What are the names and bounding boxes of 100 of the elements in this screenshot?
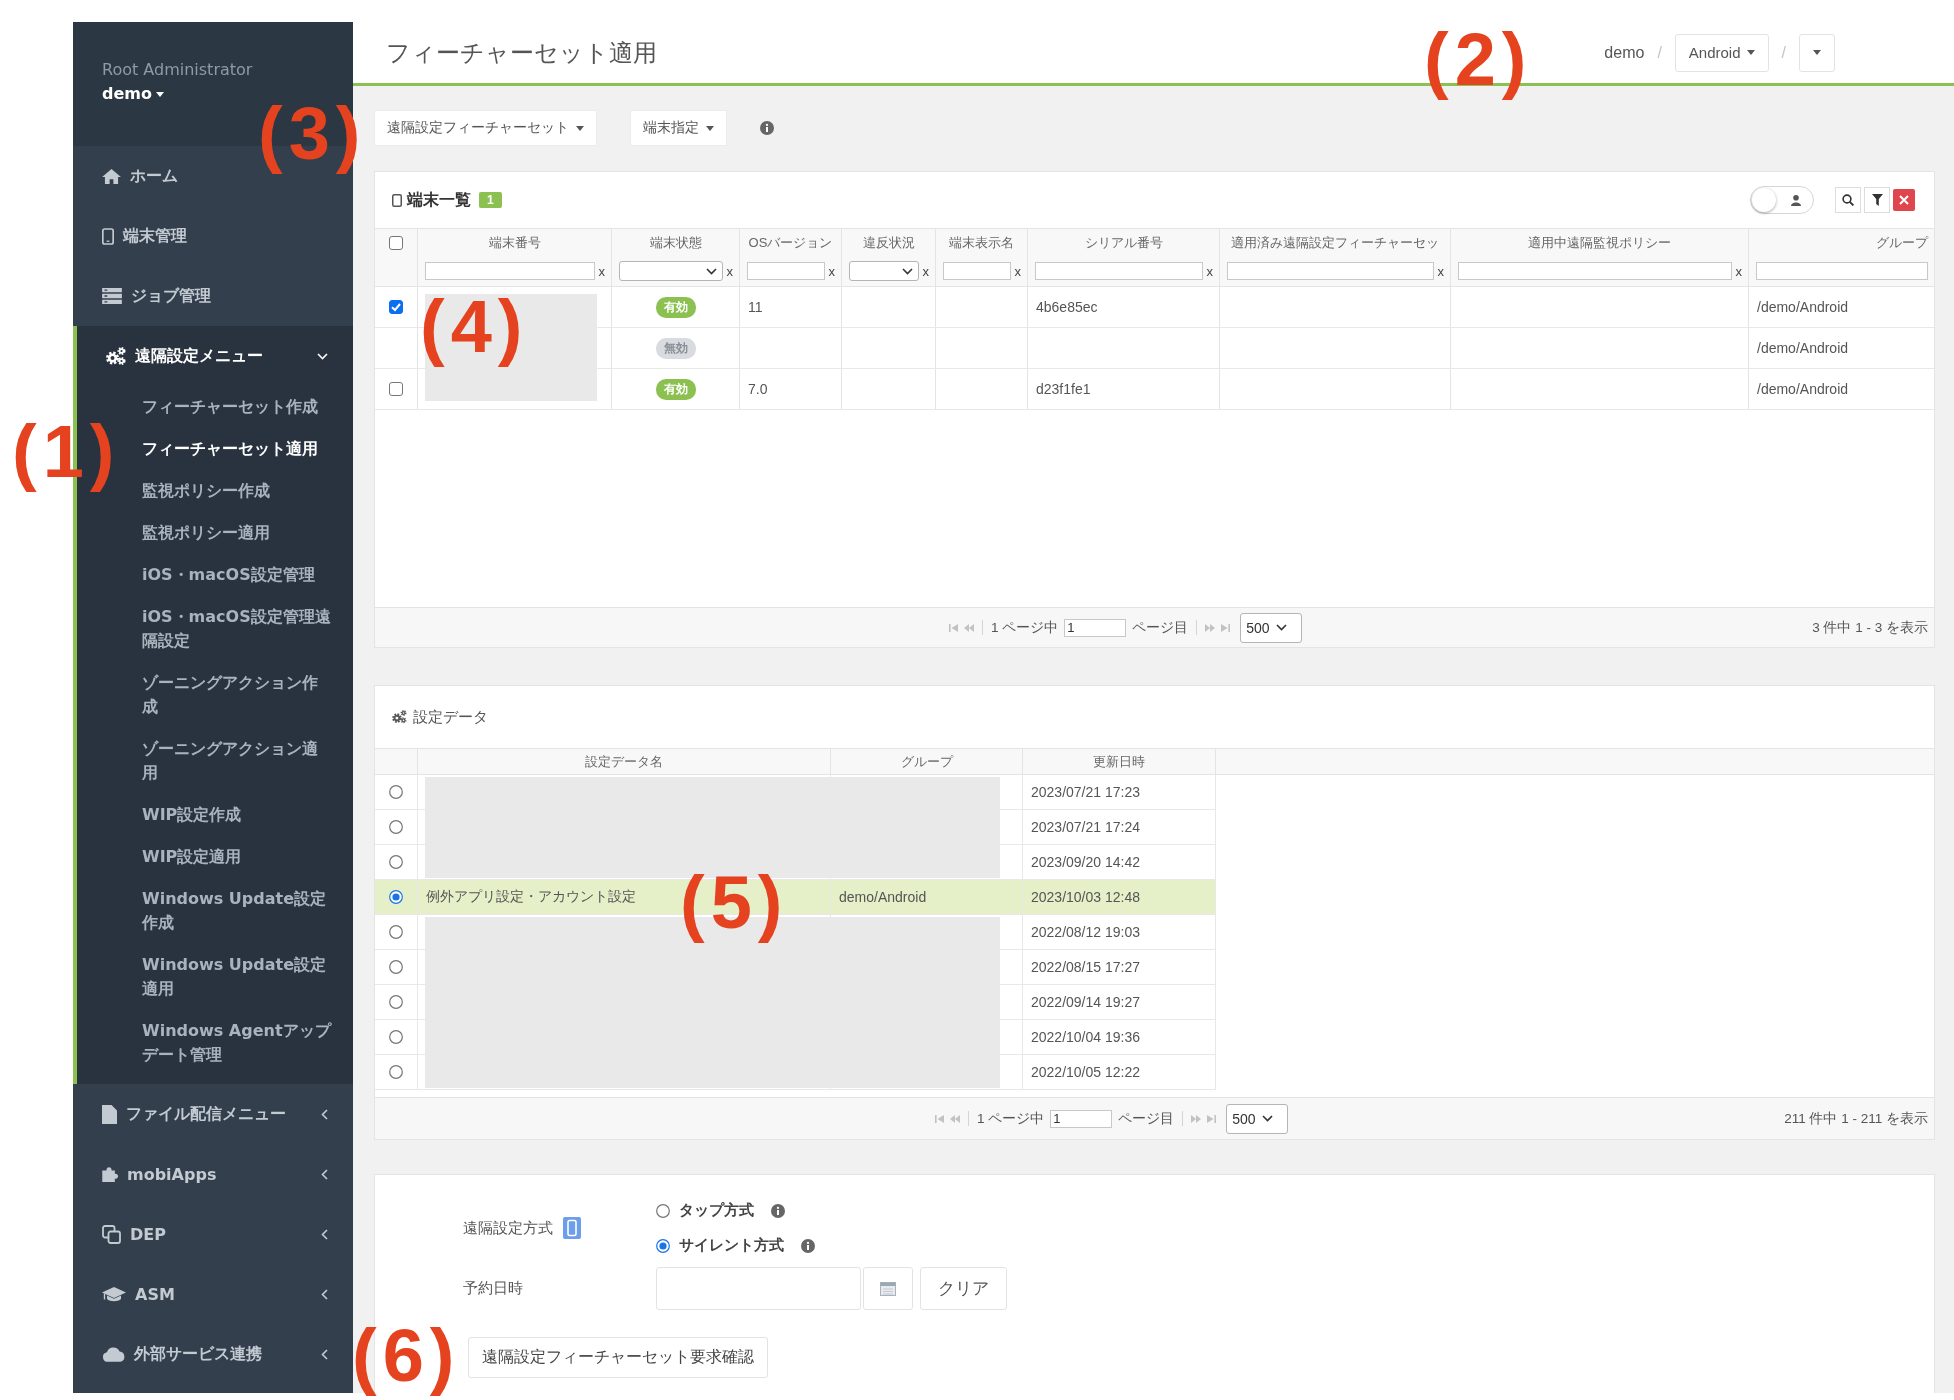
- page-size-select[interactable]: 500: [1226, 1103, 1289, 1134]
- page-input[interactable]: 1: [1064, 618, 1127, 637]
- toggle-switch[interactable]: [1750, 186, 1814, 214]
- first-page-icon[interactable]: [934, 1114, 944, 1123]
- option-label[interactable]: タップ方式: [679, 1201, 754, 1220]
- filter-input[interactable]: [1227, 262, 1434, 280]
- menu-item[interactable]: 外部サービス連携: [102, 1324, 328, 1384]
- checkbox[interactable]: [389, 382, 403, 396]
- server-icon: [102, 288, 122, 304]
- clear-button[interactable]: クリア: [920, 1267, 1007, 1310]
- dropdown-button[interactable]: 遠隔設定フィーチャーセット: [374, 110, 597, 146]
- info-icon: [801, 1238, 815, 1253]
- submenu-item[interactable]: iOS・macOS設定管理遠隔設定: [138, 596, 332, 662]
- clear-filter-button[interactable]: x: [598, 263, 605, 279]
- submenu-item[interactable]: Windows Update設定作成: [138, 878, 332, 944]
- checkbox[interactable]: [389, 300, 403, 314]
- column-header[interactable]: グループ: [1749, 229, 1934, 256]
- previous-page-icon[interactable]: [963, 623, 974, 632]
- user-menu[interactable]: demo: [102, 83, 164, 105]
- table-cell-text: /demo/Android: [1756, 380, 1850, 399]
- submenu-item[interactable]: Windows Agentアップデート管理: [138, 1010, 332, 1076]
- clear-filter-button[interactable]: x: [922, 263, 929, 279]
- last-page-icon[interactable]: [1221, 623, 1231, 632]
- radio-button[interactable]: [389, 960, 403, 974]
- submenu-item[interactable]: Windows Update設定適用: [138, 944, 332, 1010]
- date-input[interactable]: [656, 1267, 861, 1310]
- column-header[interactable]: 設定データ名: [418, 749, 831, 774]
- clear-filter-button[interactable]: x: [1206, 263, 1213, 279]
- radio-button[interactable]: [389, 890, 403, 904]
- menu-item[interactable]: DEP: [102, 1204, 328, 1264]
- filter-input[interactable]: [1035, 262, 1203, 280]
- option-label[interactable]: サイレント方式: [679, 1236, 784, 1255]
- submenu-item[interactable]: iOS・macOS設定管理: [138, 554, 315, 596]
- puzzle-icon: [102, 1166, 118, 1182]
- submenu-item[interactable]: ゾーニングアクション作成: [138, 662, 332, 728]
- menu-item[interactable]: ジョブ管理: [102, 266, 211, 326]
- dropdown-button[interactable]: [1799, 33, 1835, 72]
- menu-item[interactable]: ASM: [102, 1264, 328, 1324]
- radio-button[interactable]: [389, 925, 403, 939]
- filter-input[interactable]: [1756, 262, 1928, 280]
- radio-button[interactable]: [389, 995, 403, 1009]
- filter-button[interactable]: [1864, 187, 1890, 213]
- radio-button[interactable]: [389, 1030, 403, 1044]
- table-cell: 4b6e85ec: [1028, 287, 1220, 327]
- filter-select[interactable]: [619, 261, 723, 281]
- last-page-icon[interactable]: [1207, 1114, 1217, 1123]
- radio-button[interactable]: [656, 1203, 670, 1218]
- annotation-label: (2): [1424, 17, 1533, 102]
- clear-filter-button[interactable]: x: [828, 263, 835, 279]
- page-size-select[interactable]: 500: [1240, 612, 1303, 643]
- submenu-item[interactable]: フィーチャーセット適用: [138, 428, 318, 470]
- filter-input[interactable]: [747, 262, 825, 280]
- page-input[interactable]: 1: [1050, 1109, 1113, 1128]
- menu-item[interactable]: ファイル配信メニュー: [102, 1084, 328, 1144]
- submenu-item[interactable]: ゾーニングアクション適用: [138, 728, 332, 794]
- radio-button[interactable]: [389, 855, 403, 869]
- menu-item[interactable]: ホーム: [102, 146, 178, 206]
- column-header[interactable]: 更新日時: [1023, 749, 1216, 774]
- dropdown-button[interactable]: Android: [1674, 33, 1769, 72]
- clear-filter-button[interactable]: x: [726, 263, 733, 279]
- checkbox[interactable]: [389, 235, 403, 250]
- submenu-item[interactable]: フィーチャーセット作成: [138, 386, 318, 428]
- radio-button[interactable]: [389, 785, 403, 799]
- filter-input[interactable]: [1458, 262, 1732, 280]
- panel-title: 設定データ: [413, 707, 488, 727]
- clear-filter-button[interactable]: x: [1437, 263, 1444, 279]
- radio-button[interactable]: [389, 1065, 403, 1079]
- previous-page-icon[interactable]: [949, 1114, 960, 1123]
- annotation-label: (6): [352, 1313, 461, 1398]
- gears-icon: [106, 346, 126, 366]
- menu-item[interactable]: 端末管理: [102, 206, 187, 266]
- filter-input[interactable]: [943, 262, 1011, 280]
- calendar-button[interactable]: [863, 1267, 913, 1310]
- dropdown-button[interactable]: 端末指定: [630, 110, 727, 146]
- confirm-button[interactable]: 遠隔設定フィーチャーセット要求確認: [468, 1337, 768, 1378]
- submenu-item[interactable]: 監視ポリシー作成: [138, 470, 270, 512]
- phone-icon: [563, 1217, 581, 1239]
- search-button[interactable]: [1835, 187, 1861, 213]
- info-icon: [760, 121, 774, 135]
- next-page-icon[interactable]: [1205, 623, 1216, 632]
- submenu-item[interactable]: WIP設定作成: [138, 794, 242, 836]
- submenu-item[interactable]: WIP設定適用: [138, 836, 242, 878]
- page-suffix-text: ページ目: [1132, 618, 1189, 637]
- filter-select[interactable]: [849, 261, 919, 281]
- table-cell: 2023/07/21 17:23: [1023, 775, 1216, 809]
- clear-filter-button[interactable]: x: [1014, 263, 1021, 279]
- clear-filters-button[interactable]: [1893, 189, 1915, 211]
- filter-input[interactable]: [425, 262, 595, 280]
- table-cell: 2022/08/12 19:03: [1023, 915, 1216, 949]
- radio-button[interactable]: [389, 820, 403, 834]
- menu-item[interactable]: 遠隔設定メニュー: [106, 326, 328, 386]
- column-header[interactable]: グループ: [831, 749, 1023, 774]
- page-title: フィーチャーセット適用: [386, 37, 657, 68]
- clear-filter-button[interactable]: x: [1735, 263, 1742, 279]
- submenu-item[interactable]: 監視ポリシー適用: [138, 512, 270, 554]
- next-page-icon[interactable]: [1191, 1114, 1202, 1123]
- menu-item[interactable]: mobiApps: [102, 1144, 328, 1204]
- radio-button[interactable]: [656, 1238, 670, 1253]
- breadcrumb-text: demo: [1604, 43, 1645, 62]
- first-page-icon[interactable]: [948, 623, 958, 632]
